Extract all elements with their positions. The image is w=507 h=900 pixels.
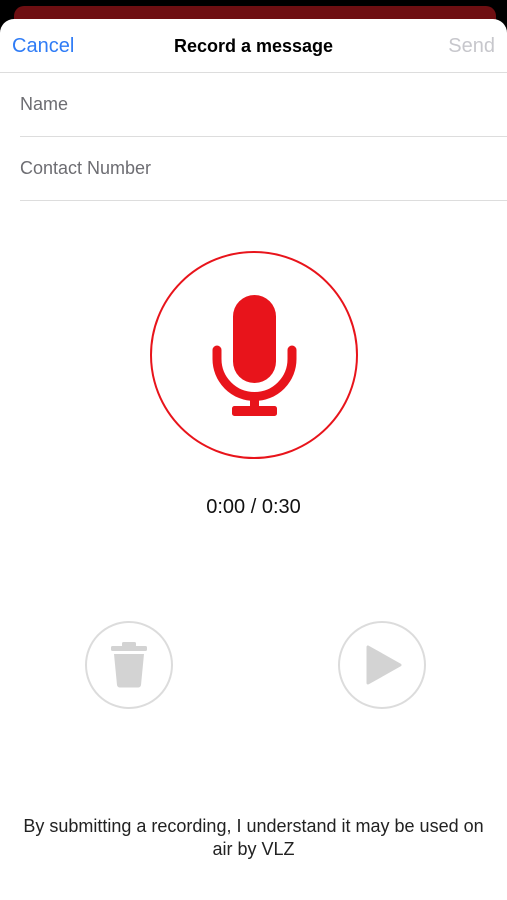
cancel-button[interactable]: Cancel [12, 35, 74, 58]
total-duration: 0:30 [261, 496, 301, 518]
delete-recording-button[interactable] [85, 621, 173, 709]
disclaimer-text: By submitting a recording, I understand … [23, 816, 484, 859]
contact-number-field-row [20, 137, 507, 201]
contact-number-field[interactable] [20, 137, 500, 200]
send-button[interactable]: Send [448, 35, 495, 58]
name-field[interactable] [20, 73, 500, 136]
trash-icon [111, 642, 147, 688]
name-field-row [20, 73, 507, 137]
time-separator: / [245, 496, 262, 518]
elapsed-time: 0:00 [206, 496, 246, 518]
nav-bar: Cancel Record a message Send [0, 19, 507, 73]
recording-timer: 0:00 / 0:30 [0, 496, 507, 519]
play-recording-button[interactable] [338, 621, 426, 709]
record-button[interactable] [150, 251, 358, 459]
page-title: Record a message [173, 36, 334, 56]
record-message-sheet: Cancel Record a message Send [0, 19, 507, 900]
microphone-icon [212, 295, 297, 416]
play-icon [366, 645, 402, 685]
